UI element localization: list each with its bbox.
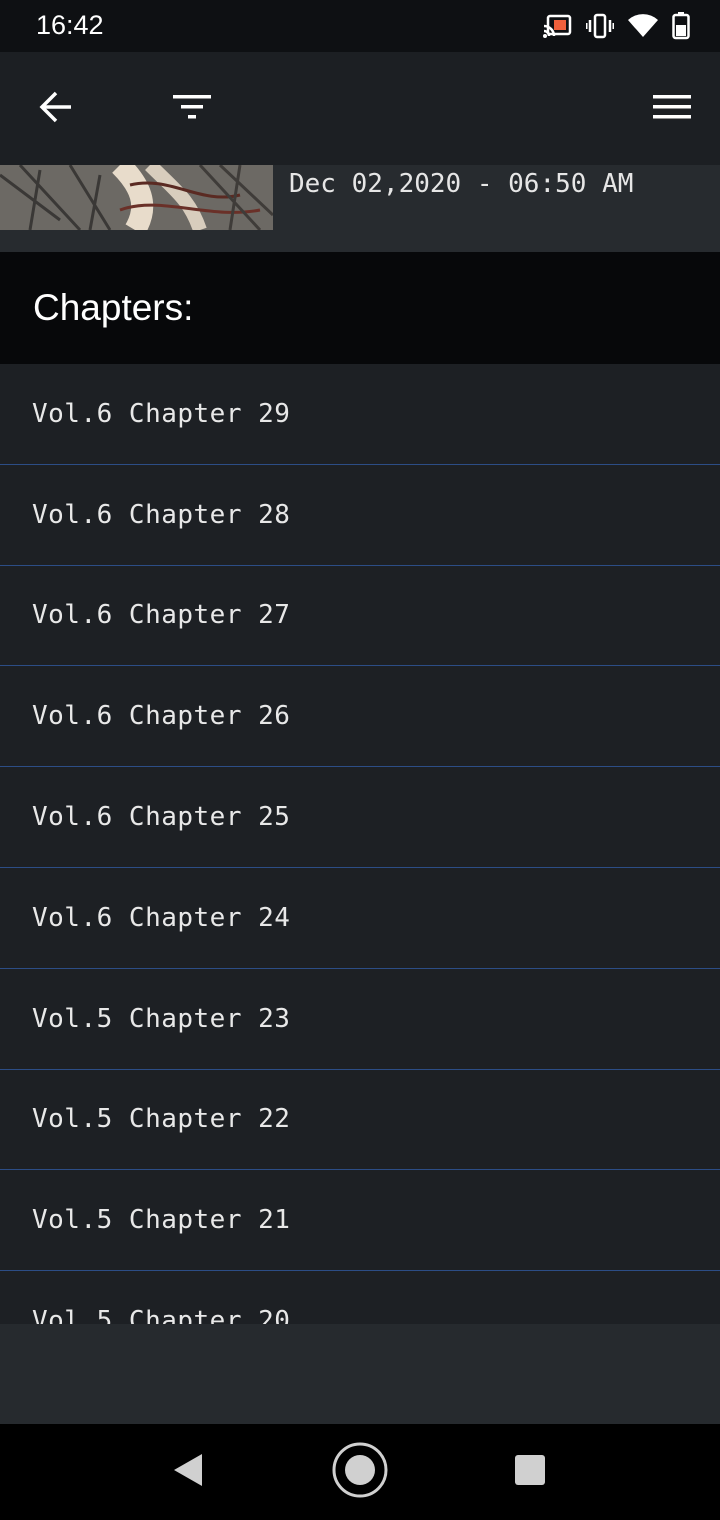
chapter-label: Vol.6 Chapter 29	[32, 398, 291, 429]
status-icons	[542, 12, 690, 44]
chapter-row[interactable]: Vol.6 Chapter 26	[0, 666, 720, 768]
cast-icon	[542, 13, 572, 43]
chapter-row[interactable]: Vol.5 Chapter 23	[0, 969, 720, 1070]
chapter-row[interactable]: Vol.5 Chapter 20	[0, 1271, 720, 1324]
home-circle-icon	[331, 1441, 389, 1503]
wifi-icon	[628, 14, 658, 42]
status-time: 16:42	[36, 10, 104, 40]
filter-button[interactable]	[152, 52, 232, 165]
chapter-row[interactable]: Vol.6 Chapter 29	[0, 364, 720, 465]
back-button[interactable]	[16, 52, 96, 165]
hamburger-menu-icon	[653, 94, 691, 124]
filter-icon	[173, 94, 211, 124]
chapter-label: Vol.5 Chapter 23	[32, 1003, 291, 1034]
nav-back-button[interactable]	[158, 1442, 218, 1502]
update-date: Dec 02,2020 - 06:50 AM	[289, 169, 634, 199]
chapter-row[interactable]: Vol.6 Chapter 28	[0, 465, 720, 566]
chapter-label: Vol.5 Chapter 20	[32, 1306, 291, 1324]
bottom-strip	[0, 1324, 720, 1424]
chapter-label: Vol.6 Chapter 28	[32, 499, 291, 530]
chapter-list[interactable]: Vol.6 Chapter 29 Vol.6 Chapter 28 Vol.6 …	[0, 364, 720, 1324]
nav-recents-button[interactable]	[500, 1442, 560, 1502]
chapter-label: Vol.5 Chapter 22	[32, 1104, 291, 1135]
chapter-row[interactable]: Vol.5 Chapter 22	[0, 1070, 720, 1171]
chapter-label: Vol.6 Chapter 26	[32, 701, 291, 732]
navigation-bar	[0, 1424, 720, 1520]
cover-image[interactable]	[0, 165, 273, 230]
manga-header-card: Dec 02,2020 - 06:50 AM	[0, 165, 720, 252]
arrow-left-icon	[38, 90, 74, 128]
chapters-header: Chapters:	[0, 252, 720, 364]
status-bar: 16:42	[0, 0, 720, 52]
chapters-title: Chapters:	[33, 287, 194, 328]
chapter-row[interactable]: Vol.6 Chapter 25	[0, 767, 720, 868]
recents-square-icon	[514, 1454, 546, 1490]
chapter-row[interactable]: Vol.5 Chapter 21	[0, 1170, 720, 1272]
chapter-label: Vol.6 Chapter 25	[32, 802, 291, 833]
chapter-label: Vol.6 Chapter 27	[32, 600, 291, 631]
chapter-label: Vol.6 Chapter 24	[32, 902, 291, 933]
battery-icon	[672, 12, 690, 44]
back-triangle-icon	[172, 1453, 204, 1491]
chapter-row[interactable]: Vol.6 Chapter 24	[0, 868, 720, 969]
menu-button[interactable]	[632, 52, 712, 165]
chapter-label: Vol.5 Chapter 21	[32, 1205, 291, 1236]
nav-home-button[interactable]	[330, 1442, 390, 1502]
toolbar	[0, 52, 720, 165]
vibrate-icon	[585, 13, 615, 43]
chapter-row[interactable]: Vol.6 Chapter 27	[0, 566, 720, 667]
